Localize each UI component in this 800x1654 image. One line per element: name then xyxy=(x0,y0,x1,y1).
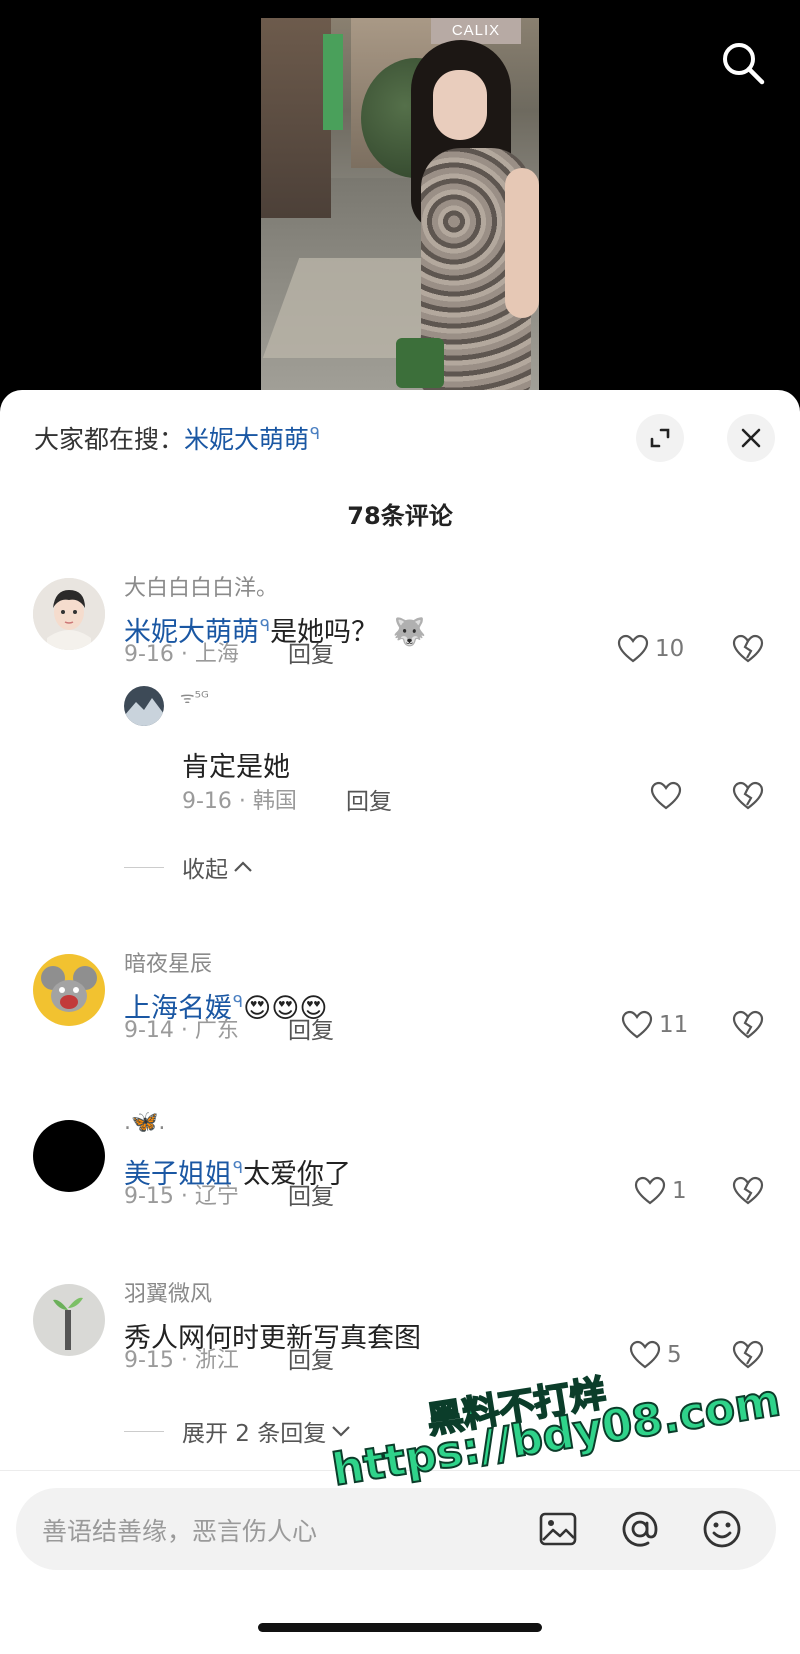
reply-username[interactable]: ᯤ⁵ᴳ xyxy=(180,686,209,708)
reply-button[interactable]: 回复 xyxy=(288,1011,334,1045)
dislike-button[interactable] xyxy=(732,781,764,815)
comment-emoji: 🐺 xyxy=(392,617,427,648)
avatar-cartoon-icon xyxy=(33,578,105,650)
home-indicator[interactable] xyxy=(258,1623,542,1632)
avatar-mouse-icon xyxy=(33,954,105,1026)
comment-input[interactable]: 善语结善缘，恶言伤人心 xyxy=(16,1488,776,1570)
comment-count: 78条评论 xyxy=(347,502,453,530)
expand-icon xyxy=(650,428,670,448)
comment-username[interactable]: .🦋. xyxy=(124,1110,165,1135)
comment-date-location: 9-14 · 广东 xyxy=(124,1018,239,1043)
collapse-label: 收起 xyxy=(182,857,228,883)
search-hint-icon: ᑫ xyxy=(310,423,321,443)
search-hint-icon: ᑫ xyxy=(233,1158,244,1177)
heart-icon xyxy=(617,634,649,663)
search-button[interactable] xyxy=(718,38,768,88)
trending-search-bar[interactable]: 大家都在搜：米妮大萌萌ᑫ xyxy=(34,420,320,454)
broken-heart-icon xyxy=(732,634,764,663)
mention-button[interactable] xyxy=(618,1507,662,1551)
comment-date-location: 9-16 · 上海 xyxy=(124,642,239,667)
image-button[interactable] xyxy=(536,1507,580,1551)
fold-divider xyxy=(124,1430,164,1432)
trending-search-keyword[interactable]: 米妮大萌萌 xyxy=(184,425,309,454)
at-icon xyxy=(622,1511,658,1547)
avatar[interactable] xyxy=(33,954,105,1026)
avatar[interactable] xyxy=(33,1120,105,1192)
comment-date-location: 9-15 · 辽宁 xyxy=(124,1184,239,1209)
broken-heart-icon xyxy=(732,1010,764,1039)
heart-icon xyxy=(621,1010,653,1039)
smiley-icon xyxy=(703,1510,741,1548)
close-icon xyxy=(741,428,761,448)
collapse-replies-button[interactable]: 收起 xyxy=(124,850,254,884)
heart-icon xyxy=(634,1176,666,1205)
reply-date-location: 9-16 · 韩国 xyxy=(182,789,297,814)
search-icon xyxy=(723,43,765,85)
video-green-banner xyxy=(323,34,343,130)
like-button[interactable]: 5 xyxy=(629,1340,682,1370)
avatar[interactable] xyxy=(33,578,105,650)
avatar-sprout-icon xyxy=(33,1284,105,1356)
like-count: 5 xyxy=(667,1342,682,1368)
comment-date-location: 9-15 · 浙江 xyxy=(124,1348,239,1373)
reply-button[interactable]: 回复 xyxy=(288,1177,334,1211)
reply-button[interactable]: 回复 xyxy=(288,1341,334,1375)
like-button[interactable]: 10 xyxy=(617,634,684,664)
broken-heart-icon xyxy=(732,781,764,810)
reply-text: 肯定是她 xyxy=(182,752,290,783)
expand-replies-button[interactable]: 展开 2 条回复 xyxy=(124,1414,352,1448)
trending-search-prefix: 大家都在搜： xyxy=(34,425,185,454)
emoji-button[interactable] xyxy=(700,1507,744,1551)
like-count: 1 xyxy=(672,1178,687,1204)
heart-icon xyxy=(629,1340,661,1369)
avatar-landscape-icon xyxy=(124,686,164,726)
video-person-arm xyxy=(505,168,539,318)
chevron-down-icon xyxy=(332,1426,351,1437)
chevron-up-icon xyxy=(234,861,252,872)
dislike-button[interactable] xyxy=(732,1010,764,1044)
like-count: 10 xyxy=(655,636,685,662)
dislike-button[interactable] xyxy=(732,634,764,668)
video-handbag xyxy=(396,338,444,388)
dislike-button[interactable] xyxy=(732,1340,764,1374)
comment-username[interactable]: 大白白白白洋。 xyxy=(124,570,278,602)
like-button[interactable]: 11 xyxy=(621,1010,688,1040)
fold-divider xyxy=(124,866,164,868)
video-building-left xyxy=(261,18,331,218)
expand-replies-label: 展开 2 条回复 xyxy=(182,1421,327,1447)
comment-input-placeholder: 善语结善缘，恶言伤人心 xyxy=(42,1517,318,1546)
video-person-face xyxy=(433,70,487,140)
video-player[interactable]: CALIX xyxy=(0,0,800,400)
reply-avatar[interactable] xyxy=(124,686,164,726)
close-button[interactable] xyxy=(727,414,775,462)
expand-button[interactable] xyxy=(636,414,684,462)
reply-button[interactable]: 回复 xyxy=(288,635,334,669)
broken-heart-icon xyxy=(732,1340,764,1369)
comment-username[interactable]: 羽翼微风 xyxy=(124,1276,212,1308)
heart-icon xyxy=(650,781,682,810)
reply-button[interactable]: 回复 xyxy=(346,782,392,816)
image-icon xyxy=(539,1512,577,1546)
comment-username[interactable]: 暗夜星辰 xyxy=(124,946,212,978)
like-button[interactable] xyxy=(650,781,682,811)
like-button[interactable]: 1 xyxy=(634,1176,687,1206)
avatar[interactable] xyxy=(33,1284,105,1356)
video-shop-sign: CALIX xyxy=(431,18,521,44)
search-hint-icon: ᑫ xyxy=(233,992,244,1011)
search-hint-icon: ᑫ xyxy=(260,616,271,635)
broken-heart-icon xyxy=(732,1176,764,1205)
like-count: 11 xyxy=(659,1012,689,1038)
dislike-button[interactable] xyxy=(732,1176,764,1210)
video-frame[interactable]: CALIX xyxy=(261,18,539,390)
